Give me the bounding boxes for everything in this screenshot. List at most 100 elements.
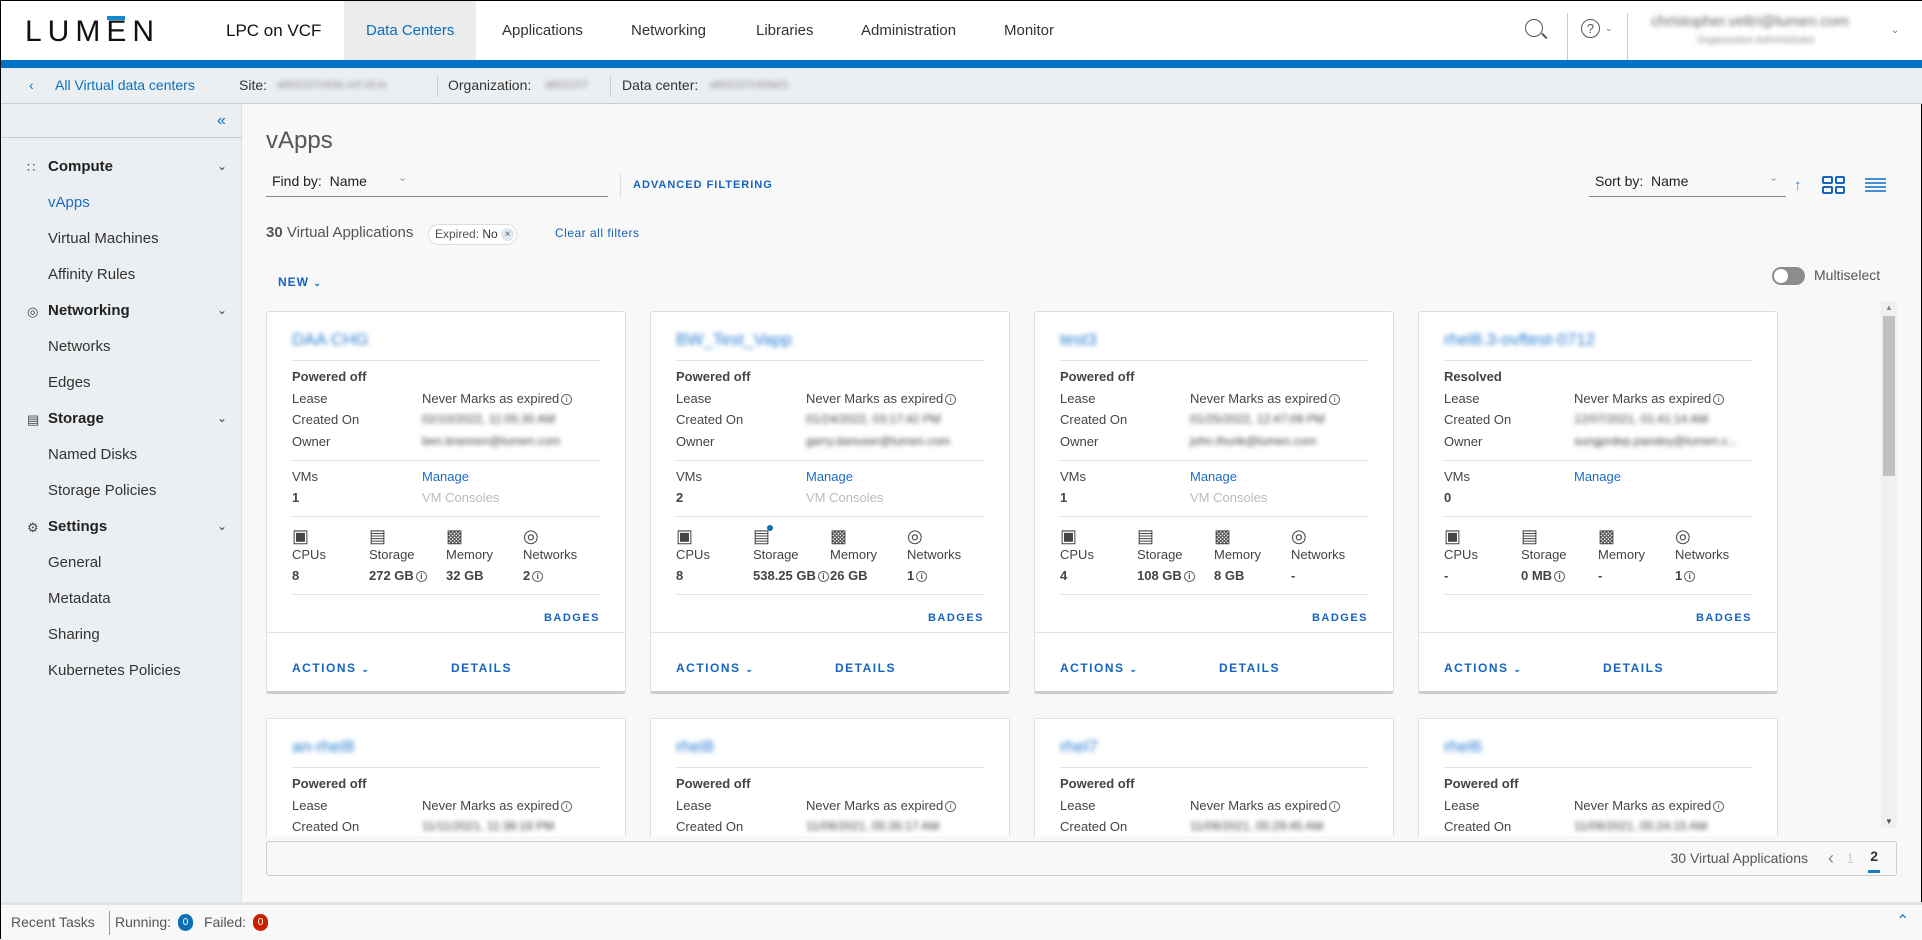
manage-link[interactable]: Manage [1190, 469, 1237, 484]
sidebar-item-edges[interactable]: Edges [48, 374, 91, 391]
info-icon[interactable]: i [561, 801, 573, 812]
nav-tab-libraries[interactable]: Libraries [734, 1, 836, 60]
manage-link[interactable]: Manage [1574, 469, 1621, 484]
scroll-down-icon[interactable]: ▼ [1885, 817, 1893, 826]
sidebar-item-kubernetes-policies[interactable]: Kubernetes Policies [48, 662, 181, 679]
info-icon[interactable]: i [945, 394, 957, 405]
details-button[interactable]: DETAILS [1603, 661, 1664, 675]
storage-value: 108 GB i [1137, 568, 1195, 583]
info-icon[interactable]: i [916, 571, 928, 582]
sidebar-item-general[interactable]: General [48, 554, 101, 571]
advanced-filtering-button[interactable]: ADVANCED FILTERING [633, 179, 773, 191]
vapp-name[interactable]: rhel8.3-ovftest-0712 [1444, 330, 1595, 350]
info-icon[interactable]: i [1713, 394, 1725, 405]
info-icon[interactable]: i [1554, 571, 1566, 582]
filter-chip: Expired: No × [428, 224, 517, 245]
info-icon[interactable]: i [415, 571, 427, 582]
page-1[interactable]: 1 [1846, 842, 1854, 875]
sidebar-item-named-disks[interactable]: Named Disks [48, 446, 137, 463]
sidebar-section-settings[interactable]: Settings [48, 518, 107, 535]
sidebar-item-virtual-machines[interactable]: Virtual Machines [48, 230, 159, 247]
multiselect-toggle[interactable] [1772, 267, 1805, 285]
user-email[interactable]: christopher.veltri@lumen.com [1651, 13, 1849, 30]
sort-by-select[interactable]: Sort by: Name ⌄ [1589, 172, 1786, 197]
info-icon[interactable]: i [945, 801, 957, 812]
sidebar-item-sharing[interactable]: Sharing [48, 626, 100, 643]
badges-button[interactable]: BADGES [1312, 612, 1368, 624]
nav-tab-monitor[interactable]: Monitor [982, 1, 1076, 60]
badges-button[interactable]: BADGES [928, 612, 984, 624]
sidebar-item-vapps[interactable]: vApps [48, 194, 90, 211]
chevron-down-icon[interactable]: ⌄ [217, 303, 227, 317]
actions-button[interactable]: ACTIONS ⌄ [1060, 661, 1138, 675]
info-icon[interactable]: i [1183, 571, 1195, 582]
scrollbar[interactable]: ▲ ▼ [1881, 301, 1897, 828]
sidebar-item-metadata[interactable]: Metadata [48, 590, 111, 607]
vapp-name[interactable]: rhel8 [676, 737, 714, 757]
previous-page-icon[interactable]: ‹ [1828, 842, 1834, 875]
badges-button[interactable]: BADGES [544, 612, 600, 624]
vapp-name[interactable]: DAA CHG [292, 330, 369, 350]
running-count-badge[interactable]: 0 [178, 914, 193, 931]
badges-button[interactable]: BADGES [1696, 612, 1752, 624]
vapp-name[interactable]: rhel7 [1060, 737, 1098, 757]
list-view-icon[interactable] [1865, 178, 1886, 192]
details-button[interactable]: DETAILS [1219, 661, 1280, 675]
info-icon[interactable]: i [1684, 571, 1696, 582]
vms-label: VMs [292, 469, 318, 484]
card-view-icon[interactable] [1822, 176, 1845, 194]
scrollbar-thumb[interactable] [1883, 316, 1895, 476]
vapp-name[interactable]: BW_Test_Vapp [676, 330, 792, 350]
pagination-total: 30 Virtual Applications [1670, 850, 1809, 866]
actions-button[interactable]: ACTIONS ⌄ [292, 661, 370, 675]
actions-button[interactable]: ACTIONS ⌄ [1444, 661, 1522, 675]
info-icon[interactable]: i [532, 571, 544, 582]
chevron-down-icon[interactable]: ⌄ [217, 159, 227, 173]
search-icon[interactable] [1525, 19, 1543, 37]
chevron-down-icon[interactable]: ⌄ [1605, 23, 1613, 34]
nav-tab-networking[interactable]: Networking [609, 1, 728, 60]
expand-tasks-icon[interactable]: ⌃ [1896, 905, 1909, 939]
page-2[interactable]: 2 [1868, 842, 1880, 873]
scroll-up-icon[interactable]: ▲ [1885, 303, 1893, 312]
back-chevron-icon[interactable]: ‹ [29, 68, 34, 103]
clear-all-filters-link[interactable]: Clear all filters [555, 226, 640, 240]
manage-link[interactable]: Manage [422, 469, 469, 484]
help-icon[interactable]: ? [1581, 19, 1600, 38]
cpus-value: 8 [292, 568, 299, 583]
nav-tab-data-centers[interactable]: Data Centers [344, 1, 477, 60]
vapp-name[interactable]: test3 [1060, 330, 1097, 350]
remove-filter-icon[interactable]: × [501, 228, 514, 241]
details-button[interactable]: DETAILS [835, 661, 896, 675]
sidebar-item-affinity-rules[interactable]: Affinity Rules [48, 266, 135, 283]
info-icon[interactable]: i [561, 394, 573, 405]
sidebar-section-compute[interactable]: Compute [48, 158, 113, 175]
nav-tab-applications[interactable]: Applications [480, 1, 605, 60]
manage-link[interactable]: Manage [806, 469, 853, 484]
info-icon[interactable]: i [1329, 801, 1341, 812]
chevron-down-icon[interactable]: ⌄ [217, 411, 227, 425]
nav-tab-administration[interactable]: Administration [839, 1, 978, 60]
recent-tasks-button[interactable]: Recent Tasks [11, 905, 95, 939]
new-button[interactable]: NEW ⌄ [278, 275, 322, 289]
collapse-sidebar-icon[interactable]: « [217, 112, 226, 130]
lumen-logo[interactable]: LUMEN [25, 15, 160, 49]
sidebar-section-storage[interactable]: Storage [48, 410, 104, 427]
chevron-down-icon[interactable]: ⌄ [1891, 25, 1899, 36]
failed-count-badge[interactable]: 0 [253, 914, 268, 931]
chevron-down-icon[interactable]: ⌄ [217, 519, 227, 533]
sidebar-section-networking[interactable]: Networking [48, 302, 130, 319]
details-button[interactable]: DETAILS [451, 661, 512, 675]
actions-button[interactable]: ACTIONS ⌄ [676, 661, 754, 675]
sort-ascending-icon[interactable]: ↑ [1794, 177, 1802, 194]
find-by-select[interactable]: Find by: Name ⌄ [266, 172, 608, 197]
info-icon[interactable]: i [1329, 394, 1341, 405]
vapp-name[interactable]: rhel6 [1444, 737, 1482, 757]
info-icon[interactable]: i [817, 571, 829, 582]
back-link[interactable]: All Virtual data centers [55, 68, 195, 103]
sidebar-item-storage-policies[interactable]: Storage Policies [48, 482, 156, 499]
vapp-name[interactable]: an-rhel8 [292, 737, 354, 757]
info-icon[interactable]: i [1713, 801, 1725, 812]
pagination-bar: 30 Virtual Applications ‹ 1 2 [266, 841, 1897, 876]
sidebar-item-networks[interactable]: Networks [48, 338, 111, 355]
